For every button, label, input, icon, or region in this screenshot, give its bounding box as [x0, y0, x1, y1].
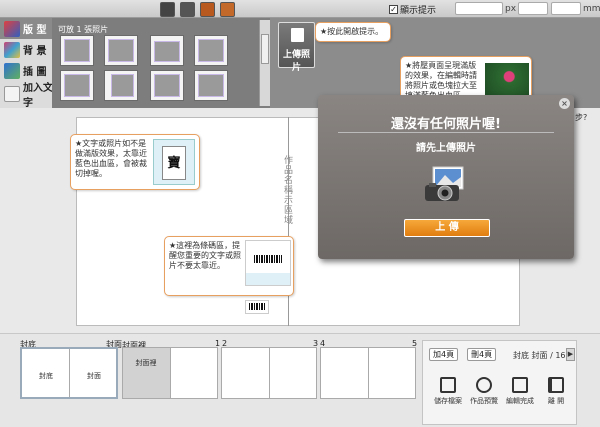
clipart-icon [4, 62, 20, 79]
barcode-bleed-strip [246, 273, 290, 285]
next-page-button[interactable]: ▶ [566, 348, 575, 361]
page-thumb-divider [368, 348, 369, 398]
close-icon[interactable]: × [559, 98, 570, 109]
layout-thumb[interactable] [194, 70, 228, 101]
dialog-title: 還沒有任何照片喔! [391, 117, 501, 132]
dialog-upload-button[interactable]: 上 傳 [404, 219, 490, 237]
px-unit-label: px [505, 4, 517, 14]
sidebar-item-layout[interactable]: 版 型 [0, 18, 57, 39]
page-thumb-spread-2[interactable] [320, 347, 416, 399]
camera-icon [425, 166, 464, 201]
layout-thumb-frame [198, 39, 224, 62]
top-toolbar: ✓ 顯示提示 px mm [0, 0, 600, 18]
preview-label: 作品預覽 [470, 397, 498, 405]
preview-button[interactable]: 作品預覽 [467, 377, 501, 406]
image-icon[interactable] [220, 2, 235, 17]
layout-icon [4, 20, 20, 37]
mm-input[interactable] [551, 2, 581, 15]
sidebar-item-add-text[interactable]: 加入文字 [0, 83, 56, 109]
page-thumb-divider [269, 348, 270, 398]
layout-thumb-frame [64, 74, 90, 97]
layout-thumb[interactable] [150, 35, 184, 66]
spine-label: 作品名稱示區域 [282, 155, 292, 225]
layout-thumb[interactable] [60, 35, 94, 66]
margin-tip-text: ★文字或照片如不是做滿版效果，太靠近藍色出血區，會被裁切掉喔。 [75, 139, 147, 178]
layers-icon[interactable] [200, 2, 215, 17]
mm-unit-label: mm [583, 4, 600, 14]
save-button[interactable]: 儲存檔案 [431, 377, 465, 406]
sidebar-item-label: 版 型 [23, 25, 47, 36]
layout-thumb-frame [64, 39, 90, 62]
no-photos-dialog: × 還沒有任何照片喔! 請先上傳照片 上 傳 [318, 95, 574, 259]
layout-thumb[interactable] [104, 70, 138, 101]
add-text-icon [4, 85, 20, 102]
layout-thumb-frame [154, 74, 180, 97]
layout-thumb[interactable] [150, 70, 184, 101]
layout-thumb-frame [198, 74, 224, 97]
hint-tip-bubble: ★按此開啟提示。 [315, 22, 391, 42]
width-input[interactable] [455, 2, 503, 15]
height-input[interactable] [518, 2, 548, 15]
page-thumb-inside-label: 封面裡 [135, 359, 157, 367]
upload-arrow-icon [291, 28, 304, 42]
page-thumb-spread-1[interactable] [221, 347, 317, 399]
preview-icon [476, 377, 492, 393]
save-label: 儲存檔案 [434, 397, 462, 405]
checkbox-icon[interactable]: ✓ [389, 5, 398, 14]
barcode-graphic [249, 303, 266, 310]
layout-thumb[interactable] [60, 70, 94, 101]
margin-tip-bubble: ★文字或照片如不是做滿版效果，太靠近藍色出血區，會被裁切掉喔。 寶 [70, 134, 200, 190]
page-thumb-front-label: 封面 [87, 372, 101, 380]
page-thumb-cover[interactable]: 封底 封面 [20, 347, 118, 399]
layout-thumbnail-panel: 可放 1 張照片 [52, 18, 270, 108]
sidebar-item-background[interactable]: 背 景 [0, 39, 56, 60]
finish-edit-label: 編輯完成 [506, 397, 534, 405]
settings-icon[interactable] [160, 2, 175, 17]
hint-tip-text: ★按此開啟提示。 [320, 27, 384, 36]
lotus-photo [485, 63, 529, 97]
show-hints-label: 顯示提示 [400, 6, 437, 16]
layout-thumb-frame [154, 41, 180, 62]
background-icon [4, 41, 20, 58]
page-controls: 加4頁 刪4頁 封底 封面 / 16 ▶ 儲存檔案 作品預覽 編輯完成 離 開 [422, 340, 577, 425]
page-indicator: 封底 封面 / 16 [513, 351, 566, 360]
sample-page: 寶 [153, 139, 195, 185]
barcode-graphic [254, 255, 282, 263]
partial-tip-text: 步? [575, 113, 588, 122]
delete-pages-button[interactable]: 刪4頁 [467, 348, 497, 361]
barcode-tip-text: ★這裡為條碼區，提醒您重要的文字或照片不要太靠近。 [169, 241, 241, 270]
save-icon [440, 377, 456, 393]
exit-label: 離 開 [547, 397, 565, 405]
dialog-divider [338, 132, 554, 133]
finish-edit-icon [512, 377, 528, 393]
scrollbar-thumb[interactable] [261, 34, 269, 64]
layout-thumb-frame [108, 39, 134, 62]
page-thumb-inner-page [171, 348, 217, 398]
sidebar-item-label: 插 圖 [23, 67, 47, 78]
arrange-icon[interactable] [180, 2, 195, 17]
thumbnail-scrollbar[interactable] [259, 20, 270, 106]
layout-thumb[interactable] [104, 35, 138, 66]
exit-button[interactable]: 離 開 [539, 377, 573, 406]
dialog-subtitle: 請先上傳照片 [416, 143, 476, 154]
exit-icon [548, 377, 564, 393]
show-hints-toggle[interactable]: ✓ 顯示提示 [389, 3, 436, 16]
add-pages-button[interactable]: 加4頁 [429, 348, 459, 361]
sidebar-nav: 版 型 背 景 插 圖 加入文字 [0, 18, 57, 109]
page-thumb-inside[interactable]: 封面裡 [122, 347, 218, 399]
page-thumb-back-label: 封底 [39, 372, 53, 380]
sample-frame: 寶 [162, 146, 186, 180]
layout-caption: 可放 1 張照片 [58, 25, 109, 34]
finish-edit-button[interactable]: 編輯完成 [503, 377, 537, 406]
layout-thumb[interactable] [194, 35, 228, 66]
barcode-sample [245, 300, 269, 314]
upload-photo-button[interactable]: 上傳照片 [278, 22, 315, 73]
barcode-preview [245, 240, 291, 286]
layout-thumb-frame [111, 74, 134, 97]
sidebar-item-label: 背 景 [23, 46, 47, 57]
